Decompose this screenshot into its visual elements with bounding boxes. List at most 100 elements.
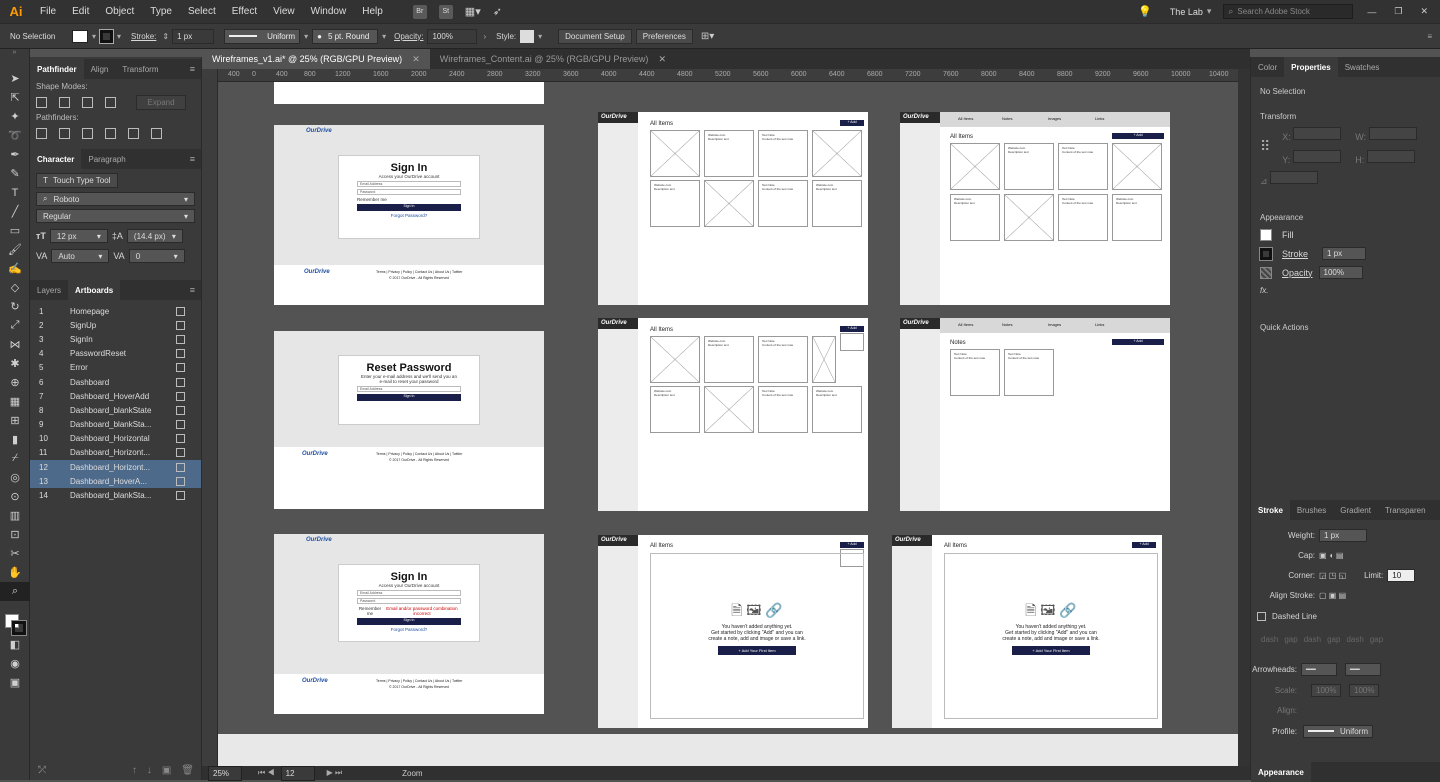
list-item[interactable]: 5 Error xyxy=(30,361,201,375)
symbol-sprayer-tool-icon[interactable]: ⊙ xyxy=(0,487,30,506)
menu-help[interactable]: Help xyxy=(354,6,391,17)
tab-align[interactable]: Align xyxy=(84,59,116,79)
email-field[interactable]: Email Address xyxy=(357,181,461,187)
list-item[interactable]: 7 Dashboard_HoverAdd xyxy=(30,389,201,403)
menu-file[interactable]: File xyxy=(32,6,64,17)
font-size-field[interactable]: 12 px ▾ xyxy=(49,229,108,243)
eraser-tool-icon[interactable]: ◇ xyxy=(0,278,30,297)
move-down-icon[interactable]: ↓ xyxy=(147,765,152,776)
expand-button[interactable]: Expand xyxy=(136,94,186,110)
exclude-icon[interactable] xyxy=(105,96,116,108)
zoom-tool-icon[interactable]: ⌕ xyxy=(0,582,30,601)
artboard-tool-icon[interactable]: ⊡ xyxy=(0,525,30,544)
list-item[interactable]: 14 Dashboard_blankSta... xyxy=(30,488,201,502)
artboard-nav-icon[interactable]: ▶ ⏭ xyxy=(327,768,343,778)
puppet-warp-tool-icon[interactable]: ✱ xyxy=(0,354,30,373)
tab-gradient[interactable]: Gradient xyxy=(1333,500,1378,520)
merge-icon[interactable] xyxy=(82,127,93,139)
list-item[interactable]: 9 Dashboard_blankSta... xyxy=(30,418,201,432)
stock-button[interactable]: St xyxy=(438,4,453,19)
opacity-field[interactable]: 100% xyxy=(1318,266,1363,279)
list-item[interactable]: 10 Dashboard_Horizontal xyxy=(30,432,201,446)
artboard-dashboard-horizontal-blank[interactable]: OurDrive All Items + Add 🗎 🖼 🔗 You haven… xyxy=(892,535,1162,728)
stroke-weight-dropdown[interactable]: 1 px xyxy=(1319,528,1367,542)
tab-character[interactable]: Character xyxy=(30,149,82,169)
fx-icon[interactable]: fx. xyxy=(1251,282,1440,299)
menu-type[interactable]: Type xyxy=(142,6,180,17)
artboard-dashboard[interactable]: OurDrive All Items + Add Website.com Desc… xyxy=(598,112,868,305)
brush-definition[interactable]: ● 5 pt. Round xyxy=(312,28,379,44)
divide-icon[interactable] xyxy=(36,127,47,139)
delete-artboard-icon[interactable]: 🗑 xyxy=(181,765,194,776)
shape-builder-tool-icon[interactable]: ⊕ xyxy=(0,373,30,392)
artboard-canvas[interactable]: OurDrive Sign In Access your OurDrive ac… xyxy=(218,82,1238,734)
trim-icon[interactable] xyxy=(59,127,70,139)
tracking-field[interactable]: 0 ▾ xyxy=(128,249,185,263)
stroke-weight-field[interactable]: 1 px xyxy=(1322,247,1367,260)
tab-layers[interactable]: Layers xyxy=(30,280,68,300)
variable-width-profile[interactable]: Uniform xyxy=(224,28,301,44)
curvature-tool-icon[interactable]: ✎ xyxy=(0,164,30,183)
align-stroke-icons[interactable]: ▢ ▣ ▤ xyxy=(1319,591,1346,600)
tab-properties[interactable]: Properties xyxy=(1284,57,1338,77)
artboard-reset[interactable]: Reset Password Enter your e-mail address… xyxy=(274,331,544,509)
rectangle-tool-icon[interactable]: ▭ xyxy=(0,221,30,240)
minimize-icon[interactable]: — xyxy=(1367,7,1376,17)
hand-tool-icon[interactable]: ✋ xyxy=(0,563,30,582)
list-item[interactable]: 12 Dashboard_Horizont... xyxy=(30,460,201,475)
width-tool-icon[interactable]: ⋈ xyxy=(0,335,30,354)
stroke-swatch[interactable] xyxy=(1259,246,1273,261)
list-item[interactable]: 11 Dashboard_Horizont... xyxy=(30,446,201,460)
tab-paragraph[interactable]: Paragraph xyxy=(81,149,132,169)
blend-tool-icon[interactable]: ◎ xyxy=(0,468,30,487)
tab-transparency[interactable]: Transparen xyxy=(1378,500,1433,520)
stroke-label[interactable]: Stroke: xyxy=(131,32,156,41)
artboard-number-field[interactable]: 12 xyxy=(280,765,315,781)
list-item[interactable]: 8 Dashboard_blankState xyxy=(30,403,201,417)
minus-front-icon[interactable] xyxy=(59,96,70,108)
intersect-icon[interactable] xyxy=(82,96,93,108)
tab-swatches[interactable]: Swatches xyxy=(1338,57,1387,77)
crop-icon[interactable] xyxy=(105,127,116,139)
preferences-button[interactable]: Preferences xyxy=(635,28,693,44)
rotate-tool-icon[interactable]: ↻ xyxy=(0,297,30,316)
font-style-dropdown[interactable]: Regular ▾ xyxy=(36,209,195,223)
stroke-weight-field[interactable]: 1 px xyxy=(172,28,215,44)
fill-swatch[interactable] xyxy=(72,29,88,43)
arrange-icon[interactable]: ⊞▾ xyxy=(701,31,714,42)
perspective-grid-tool-icon[interactable]: ▦ xyxy=(0,392,30,411)
mesh-tool-icon[interactable]: ⊞ xyxy=(0,411,30,430)
list-item[interactable]: 6 Dashboard xyxy=(30,375,201,389)
pen-tool-icon[interactable]: ✒ xyxy=(0,145,30,164)
menu-view[interactable]: View xyxy=(265,6,303,17)
zoom-level-field[interactable]: 25% xyxy=(208,765,242,781)
list-item[interactable]: 1 Homepage xyxy=(30,304,201,318)
start-arrowhead-dropdown[interactable]: ━━ xyxy=(1301,662,1337,676)
artboard-error[interactable]: OurDrive Sign In Access your OurDrive ac… xyxy=(274,534,544,714)
menu-window[interactable]: Window xyxy=(303,6,355,17)
artboard-signin[interactable]: OurDrive Sign In Access your OurDrive ac… xyxy=(274,125,544,305)
screen-mode-icon[interactable]: ▣ xyxy=(0,673,30,692)
list-item[interactable]: 3 SignIn xyxy=(30,332,201,346)
paintbrush-tool-icon[interactable]: 🖌 xyxy=(0,240,30,259)
panel-menu-icon[interactable]: ≡ xyxy=(1427,32,1432,41)
reference-point-icon[interactable]: ⠿ xyxy=(1260,138,1270,155)
lasso-tool-icon[interactable]: ➰ xyxy=(0,126,30,145)
color-mode-icon[interactable]: ◧ xyxy=(0,635,30,654)
width-profile-dropdown[interactable]: Uniform xyxy=(1303,724,1373,738)
menu-edit[interactable]: Edit xyxy=(64,6,97,17)
cap-style-icons[interactable]: ▣ ◖ ▤ xyxy=(1319,551,1343,560)
opacity-label[interactable]: Opacity: xyxy=(394,32,423,41)
type-tool-icon[interactable]: T xyxy=(0,183,30,202)
magic-wand-tool-icon[interactable]: ✦ xyxy=(0,107,30,126)
outline-icon[interactable] xyxy=(128,127,139,139)
column-graph-tool-icon[interactable]: ▥ xyxy=(0,506,30,525)
stock-search-input[interactable]: ⌕ Search Adobe Stock xyxy=(1223,4,1354,19)
close-icon[interactable]: ✕ xyxy=(1420,6,1428,17)
touch-type-tool-button[interactable]: T Touch Type Tool xyxy=(36,173,118,188)
tab-brushes[interactable]: Brushes xyxy=(1290,500,1333,520)
vertical-scrollbar[interactable] xyxy=(1238,69,1250,766)
tab-wireframes-content[interactable]: Wireframes_Content.ai @ 25% (RGB/GPU Pre… xyxy=(430,49,676,69)
fill-stroke-widget[interactable] xyxy=(0,601,29,636)
gpu-performance-icon[interactable]: ➶ xyxy=(493,5,502,18)
